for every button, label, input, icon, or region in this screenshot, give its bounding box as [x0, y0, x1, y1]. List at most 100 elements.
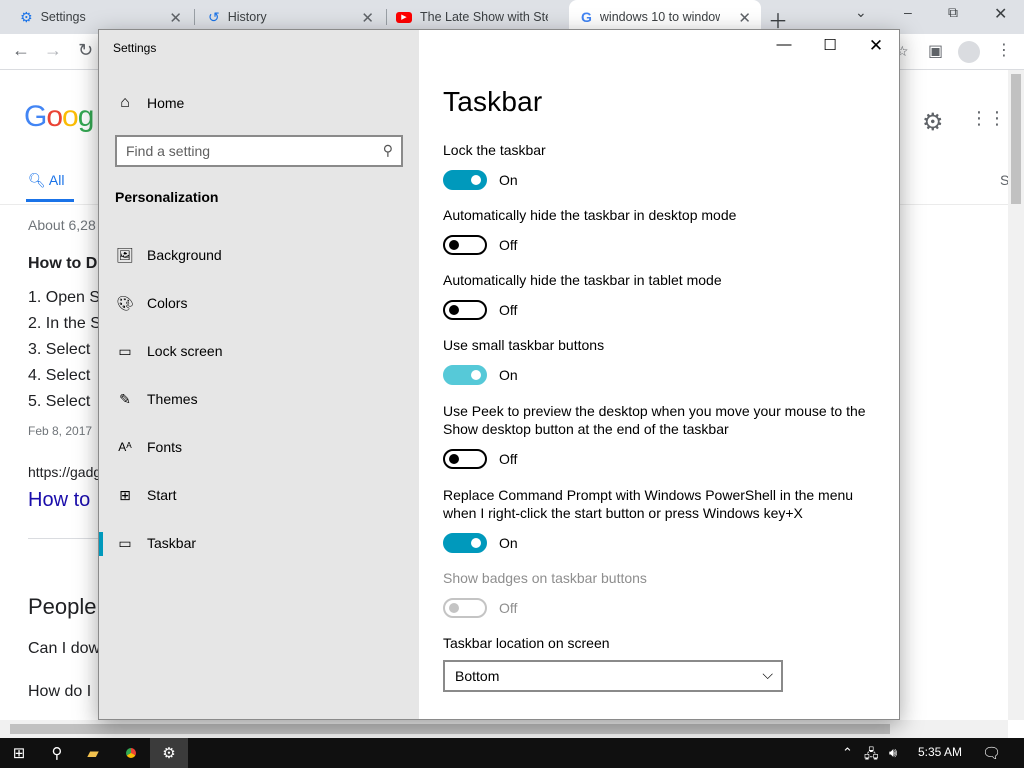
network-icon[interactable]: 🖧︎	[864, 745, 879, 767]
close-button[interactable]: ✕	[853, 36, 899, 60]
close-icon[interactable]: ✕	[994, 4, 1007, 24]
search-icon[interactable]: ⚲	[383, 142, 393, 159]
youtube-icon: ▶	[396, 11, 412, 23]
settings-content: — ☐ ✕ Taskbar Lock the taskbar On Automa…	[419, 30, 899, 719]
result-date: Feb 8, 2017	[28, 424, 93, 438]
windows-taskbar: ⊞ ⚲ ▰ ⚙ ⌃ 🖧︎ 🔊︎ 5:35 AM 🗨︎	[0, 738, 1024, 768]
maximize-button[interactable]: ☐	[807, 36, 853, 60]
page-horizontal-scrollbar[interactable]	[0, 720, 1008, 738]
sidebar-item-themes[interactable]: ✎ Themes	[99, 379, 419, 419]
setting-label: Replace Command Prompt with Windows Powe…	[443, 487, 854, 521]
start-icon: ⊞	[119, 486, 131, 503]
setting-label: Lock the taskbar	[443, 142, 546, 158]
setting-small-buttons: Use small taskbar buttons On	[443, 336, 883, 385]
toggle-state: Off	[499, 237, 518, 253]
powershell-toggle[interactable]	[443, 533, 487, 553]
file-explorer-icon[interactable]: ▰	[74, 738, 112, 768]
chrome-icon[interactable]	[112, 738, 150, 768]
setting-label: Automatically hide the taskbar in tablet…	[443, 272, 722, 288]
small-buttons-toggle[interactable]	[443, 365, 487, 385]
tab-underline	[26, 199, 74, 202]
toggle-state: Off	[499, 451, 518, 467]
image-icon: 🖼︎	[116, 246, 134, 263]
autohide-tablet-toggle[interactable]	[443, 300, 487, 320]
question-item[interactable]: Can I dow	[28, 640, 100, 658]
restore-icon[interactable]: ⧉	[948, 4, 958, 21]
profile-icon[interactable]	[958, 41, 980, 63]
clock[interactable]: 5:35 AM	[918, 745, 962, 759]
lock-taskbar-toggle[interactable]	[443, 170, 487, 190]
search-icon: 🔍︎	[28, 172, 46, 188]
sidebar-item-home[interactable]: ⌂ Home	[99, 83, 419, 123]
minimize-icon[interactable]: –	[904, 4, 912, 20]
setting-peek: Use Peek to preview the desktop when you…	[443, 402, 883, 469]
home-icon: ⌂	[120, 94, 130, 111]
scrollbar-thumb[interactable]	[1011, 74, 1021, 204]
reload-icon[interactable]: ↻	[78, 40, 93, 61]
setting-powershell: Replace Command Prompt with Windows Powe…	[443, 486, 883, 553]
step-item: 1. Open S	[28, 289, 101, 306]
sidebar-item-taskbar[interactable]: ▭ Taskbar	[99, 523, 419, 563]
search-tab-all[interactable]: 🔍︎ All	[28, 172, 64, 189]
windows-start-icon[interactable]: ⊞	[0, 738, 38, 768]
sidebar-item-background[interactable]: 🖼︎ Background	[99, 235, 419, 275]
forward-icon[interactable]: →	[44, 40, 62, 61]
page-vertical-scrollbar[interactable]	[1008, 70, 1024, 720]
scrollbar-thumb[interactable]	[10, 724, 890, 734]
minimize-button[interactable]: —	[761, 36, 807, 60]
notification-icon[interactable]: 🗨︎	[982, 744, 1001, 762]
result-count: About 6,28	[28, 217, 96, 233]
peek-toggle[interactable]	[443, 449, 487, 469]
side-panel-icon[interactable]: ▣	[928, 41, 943, 61]
close-icon[interactable]: ✕	[169, 9, 182, 27]
toggle-row: On	[443, 365, 883, 385]
result-link[interactable]: How to	[28, 489, 90, 512]
taskbar-location-dropdown[interactable]: Bottom ⌵	[443, 660, 783, 692]
toggle-row: On	[443, 170, 883, 190]
sidebar-item-lock-screen[interactable]: ▭ Lock screen	[99, 331, 419, 371]
question-item[interactable]: How do I	[28, 683, 91, 701]
setting-badges: Show badges on taskbar buttons Off	[443, 569, 883, 618]
fonts-icon: Aᴬ	[118, 440, 132, 454]
sidebar-item-fonts[interactable]: Aᴬ Fonts	[99, 427, 419, 467]
settings-icon[interactable]: ⚙	[150, 738, 188, 768]
toggle-knob	[449, 603, 459, 613]
section-header: Personalization	[115, 189, 219, 205]
search-input[interactable]	[117, 137, 367, 165]
google-icon: G	[581, 9, 592, 25]
step-item: 5. Select	[28, 393, 91, 410]
find-setting-search[interactable]: ⚲	[115, 135, 403, 167]
toggle-state: Off	[499, 600, 518, 616]
chevron-up-icon[interactable]: ⌃	[842, 745, 853, 761]
menu-dots-icon[interactable]: ⋮	[996, 40, 1012, 60]
autohide-desktop-toggle[interactable]	[443, 235, 487, 255]
taskbar-icon: ▭	[118, 534, 132, 551]
setting-autohide-tablet: Automatically hide the taskbar in tablet…	[443, 271, 883, 320]
close-icon[interactable]: ✕	[361, 9, 374, 27]
result-url[interactable]: https://gadg	[28, 464, 101, 480]
setting-location-label: Taskbar location on screen	[443, 634, 883, 652]
divider	[28, 538, 98, 539]
toggle-knob	[471, 538, 481, 548]
chevron-down-icon[interactable]: ⌄	[855, 4, 867, 21]
chevron-down-icon: ⌵	[762, 666, 773, 682]
volume-icon[interactable]: 🔊︎	[889, 745, 897, 761]
toggle-row: On	[443, 533, 883, 553]
google-logo[interactable]: Goog	[24, 100, 94, 134]
back-icon[interactable]: ←	[12, 40, 30, 61]
sidebar-item-start[interactable]: ⊞ Start	[99, 475, 419, 515]
sidebar-item-colors[interactable]: 🎨︎ Colors	[99, 283, 419, 323]
people-also-ask-heading: People	[28, 594, 97, 619]
close-icon[interactable]: ✕	[738, 9, 751, 27]
toggle-knob	[449, 454, 459, 464]
search-icon[interactable]: ⚲	[38, 738, 76, 768]
lock-screen-icon: ▭	[118, 342, 132, 359]
gear-icon: ⚙	[20, 8, 33, 25]
settings-window: Settings ⌂ Home ⚲ Personalization 🖼︎ Bac…	[98, 29, 900, 720]
gear-icon[interactable]: ⚙	[922, 108, 944, 137]
page-title: Taskbar	[443, 86, 543, 117]
toggle-row: Off	[443, 449, 883, 469]
badges-toggle	[443, 598, 487, 618]
setting-lock-taskbar: Lock the taskbar On	[443, 141, 883, 190]
tab-separator	[386, 9, 387, 25]
